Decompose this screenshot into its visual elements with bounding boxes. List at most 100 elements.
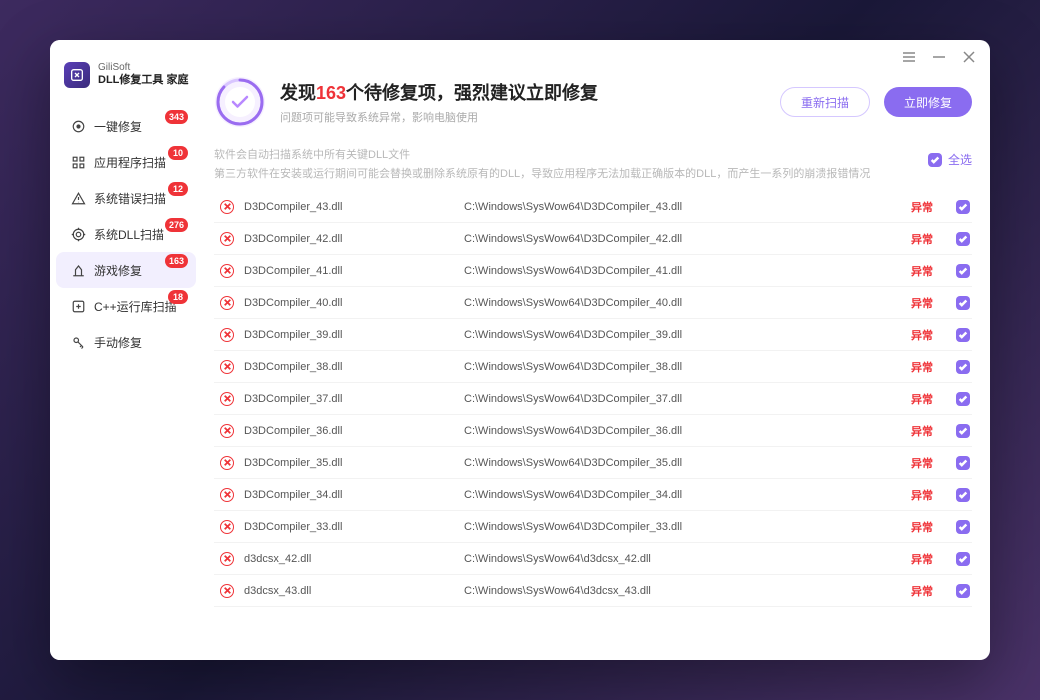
- dll-name: d3dcsx_43.dll: [244, 585, 464, 597]
- sidebar-item-6[interactable]: 手动修复: [56, 324, 196, 360]
- dll-row[interactable]: D3DCompiler_39.dllC:\Windows\SysWow64\D3…: [214, 319, 972, 351]
- error-icon: [220, 200, 234, 214]
- row-checkbox[interactable]: [956, 200, 970, 214]
- error-icon: [220, 328, 234, 342]
- brand-icon: [64, 62, 90, 88]
- row-checkbox[interactable]: [956, 264, 970, 278]
- dll-row[interactable]: d3dcsx_42.dllC:\Windows\SysWow64\d3dcsx_…: [214, 543, 972, 575]
- dll-path: C:\Windows\SysWow64\D3DCompiler_39.dll: [464, 329, 904, 341]
- nav-label: 游戏修复: [94, 262, 142, 279]
- dll-row[interactable]: D3DCompiler_42.dllC:\Windows\SysWow64\D3…: [214, 223, 972, 255]
- dll-name: D3DCompiler_42.dll: [244, 233, 464, 245]
- row-checkbox[interactable]: [956, 328, 970, 342]
- dll-row[interactable]: D3DCompiler_33.dllC:\Windows\SysWow64\D3…: [214, 511, 972, 543]
- dll-row[interactable]: D3DCompiler_41.dllC:\Windows\SysWow64\D3…: [214, 255, 972, 287]
- status-ring-icon: [214, 76, 266, 128]
- nav-badge: 12: [168, 182, 188, 196]
- dll-name: D3DCompiler_36.dll: [244, 425, 464, 437]
- nav-icon: [70, 298, 86, 314]
- dll-path: C:\Windows\SysWow64\D3DCompiler_35.dll: [464, 457, 904, 469]
- nav-icon: [70, 226, 86, 242]
- row-checkbox[interactable]: [956, 392, 970, 406]
- select-all[interactable]: 全选: [928, 150, 972, 170]
- checkbox-icon: [928, 153, 942, 167]
- dll-path: C:\Windows\SysWow64\D3DCompiler_41.dll: [464, 265, 904, 277]
- dll-path: C:\Windows\SysWow64\d3dcsx_42.dll: [464, 553, 904, 565]
- dll-name: D3DCompiler_41.dll: [244, 265, 464, 277]
- issue-count: 163: [316, 83, 346, 103]
- dll-name: D3DCompiler_33.dll: [244, 521, 464, 533]
- close-button[interactable]: [962, 50, 976, 64]
- dll-name: D3DCompiler_38.dll: [244, 361, 464, 373]
- dll-path: C:\Windows\SysWow64\D3DCompiler_40.dll: [464, 297, 904, 309]
- error-icon: [220, 360, 234, 374]
- dll-name: D3DCompiler_40.dll: [244, 297, 464, 309]
- row-checkbox[interactable]: [956, 584, 970, 598]
- error-icon: [220, 456, 234, 470]
- nav-icon: [70, 190, 86, 206]
- dll-status: 异常: [904, 359, 940, 375]
- dll-status: 异常: [904, 327, 940, 343]
- app-window: GiliSoft DLL修复工具 家庭 一键修复343应用程序扫描10系统错误扫…: [50, 40, 990, 660]
- nav-label: 手动修复: [94, 334, 142, 351]
- error-icon: [220, 392, 234, 406]
- error-icon: [220, 488, 234, 502]
- dll-path: C:\Windows\SysWow64\D3DCompiler_42.dll: [464, 233, 904, 245]
- dll-status: 异常: [904, 295, 940, 311]
- error-icon: [220, 520, 234, 534]
- dll-row[interactable]: D3DCompiler_36.dllC:\Windows\SysWow64\D3…: [214, 415, 972, 447]
- error-icon: [220, 232, 234, 246]
- dll-path: C:\Windows\SysWow64\d3dcsx_43.dll: [464, 585, 904, 597]
- sidebar-item-5[interactable]: C++运行库扫描18: [56, 288, 196, 324]
- nav-label: 应用程序扫描: [94, 154, 166, 171]
- nav-label: 系统DLL扫描: [94, 226, 164, 243]
- rescan-button[interactable]: 重新扫描: [780, 87, 870, 117]
- nav-label: C++运行库扫描: [94, 298, 177, 315]
- sidebar-item-4[interactable]: 游戏修复163: [56, 252, 196, 288]
- nav-icon: [70, 262, 86, 278]
- dll-status: 异常: [904, 551, 940, 567]
- row-checkbox[interactable]: [956, 520, 970, 534]
- dll-status: 异常: [904, 199, 940, 215]
- dll-row[interactable]: D3DCompiler_38.dllC:\Windows\SysWow64\D3…: [214, 351, 972, 383]
- nav-icon: [70, 334, 86, 350]
- dll-path: C:\Windows\SysWow64\D3DCompiler_33.dll: [464, 521, 904, 533]
- row-checkbox[interactable]: [956, 488, 970, 502]
- dll-row[interactable]: d3dcsx_43.dllC:\Windows\SysWow64\d3dcsx_…: [214, 575, 972, 607]
- row-checkbox[interactable]: [956, 232, 970, 246]
- select-all-label: 全选: [948, 150, 972, 170]
- sidebar: GiliSoft DLL修复工具 家庭 一键修复343应用程序扫描10系统错误扫…: [50, 40, 202, 660]
- dll-row[interactable]: D3DCompiler_40.dllC:\Windows\SysWow64\D3…: [214, 287, 972, 319]
- sidebar-item-2[interactable]: 系统错误扫描12: [56, 180, 196, 216]
- dll-name: D3DCompiler_34.dll: [244, 489, 464, 501]
- sidebar-item-1[interactable]: 应用程序扫描10: [56, 144, 196, 180]
- row-checkbox[interactable]: [956, 552, 970, 566]
- row-checkbox[interactable]: [956, 456, 970, 470]
- sidebar-item-0[interactable]: 一键修复343: [56, 108, 196, 144]
- error-icon: [220, 584, 234, 598]
- row-checkbox[interactable]: [956, 296, 970, 310]
- brand-subtitle: GiliSoft: [98, 62, 188, 74]
- dll-status: 异常: [904, 455, 940, 471]
- header-subtitle: 问题项可能导致系统异常，影响电脑使用: [280, 109, 766, 125]
- dll-name: D3DCompiler_35.dll: [244, 457, 464, 469]
- dll-list[interactable]: D3DCompiler_43.dllC:\Windows\SysWow64\D3…: [214, 191, 972, 660]
- minimize-button[interactable]: [932, 50, 946, 64]
- dll-status: 异常: [904, 487, 940, 503]
- sidebar-item-3[interactable]: 系统DLL扫描276: [56, 216, 196, 252]
- nav-badge: 343: [165, 110, 188, 124]
- dll-row[interactable]: D3DCompiler_43.dllC:\Windows\SysWow64\D3…: [214, 191, 972, 223]
- dll-status: 异常: [904, 583, 940, 599]
- repair-button[interactable]: 立即修复: [884, 87, 972, 117]
- error-icon: [220, 264, 234, 278]
- brand: GiliSoft DLL修复工具 家庭: [50, 62, 202, 108]
- error-icon: [220, 552, 234, 566]
- row-checkbox[interactable]: [956, 424, 970, 438]
- info-line-2: 第三方软件在安装或运行期间可能会替换或删除系统原有的DLL，导致应用程序无法加载…: [214, 165, 928, 184]
- dll-row[interactable]: D3DCompiler_35.dllC:\Windows\SysWow64\D3…: [214, 447, 972, 479]
- row-checkbox[interactable]: [956, 360, 970, 374]
- dll-row[interactable]: D3DCompiler_34.dllC:\Windows\SysWow64\D3…: [214, 479, 972, 511]
- dll-status: 异常: [904, 263, 940, 279]
- menu-button[interactable]: [902, 50, 916, 64]
- dll-row[interactable]: D3DCompiler_37.dllC:\Windows\SysWow64\D3…: [214, 383, 972, 415]
